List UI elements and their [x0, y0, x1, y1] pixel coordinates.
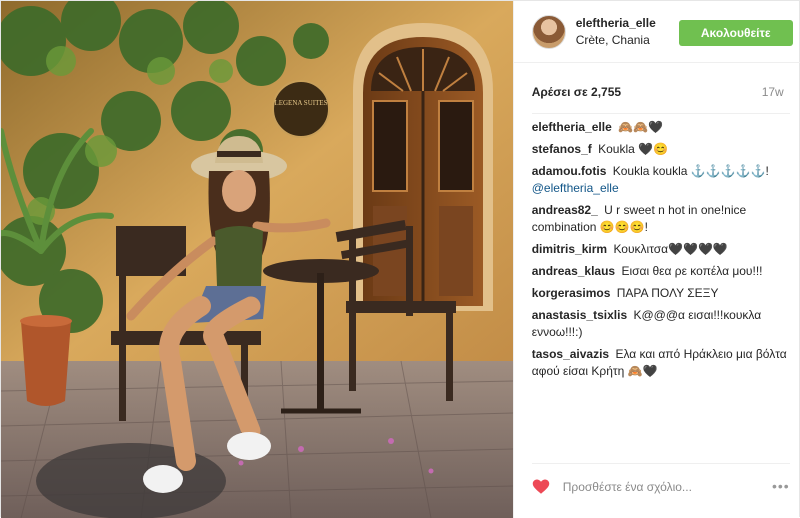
comment-item: andreas82_ U r sweet n hot in one!nice c… — [532, 202, 790, 236]
comment-username[interactable]: andreas_klaus — [532, 264, 615, 278]
post-time[interactable]: 17w — [762, 85, 784, 99]
comment-username[interactable]: andreas82_ — [532, 203, 598, 217]
post-photo[interactable]: LEGENA SUITES — [1, 1, 513, 518]
comment-item: anastasis_tsixlis Κ@@@α εισαι!!!κουκλα ε… — [532, 307, 790, 341]
comment-item: adamou.fotis Koukla koukla ⚓⚓⚓⚓⚓! @eleft… — [532, 163, 790, 197]
instagram-post: LEGENA SUITES eleftheria_elle Crète, Cha… — [0, 0, 800, 518]
comment-text: Εισαι θεα ρε κοπέλα μου!!! — [621, 264, 763, 278]
avatar[interactable] — [531, 14, 566, 49]
comment-text: 🙈🙈🖤 — [618, 120, 663, 134]
comment-text: Koukla 🖤😊 — [598, 142, 669, 156]
comment-username[interactable]: tasos_aivazis — [532, 347, 609, 361]
post-header: eleftheria_elle Crète, Chania Ακολουθείτ… — [513, 1, 800, 63]
comment-text: Κουκλιτσα🖤🖤🖤🖤 — [613, 242, 728, 256]
post-stats: Αρέσει σε 2,755 17w — [532, 85, 784, 101]
comment-username[interactable]: anastasis_tsixlis — [532, 308, 627, 322]
comment-item: andreas_klaus Εισαι θεα ρε κοπέλα μου!!! — [532, 263, 790, 280]
comment-item: stefanos_f Koukla 🖤😊 — [532, 141, 790, 158]
comment-username[interactable]: adamou.fotis — [532, 164, 607, 178]
courtyard-photo-illustration: LEGENA SUITES — [1, 1, 513, 518]
comment-username[interactable]: dimitris_kirm — [532, 242, 607, 256]
post-side-panel: eleftheria_elle Crète, Chania Ακολουθείτ… — [512, 1, 800, 518]
likes-count[interactable]: Αρέσει σε 2,755 — [532, 85, 621, 99]
comment-text: Koukla koukla ⚓⚓⚓⚓⚓! — [612, 164, 769, 178]
comment-item: tasos_aivazis Ελα και από Ηράκλειο μια β… — [532, 346, 790, 380]
comment-username[interactable]: eleftheria_elle — [532, 120, 612, 134]
comment-text: ΠΑΡΑ ΠΟΛΥ ΣΕΞΥ — [616, 286, 719, 300]
more-options-icon[interactable]: ••• — [772, 478, 790, 494]
comments-list[interactable]: eleftheria_elle 🙈🙈🖤 stefanos_f Koukla 🖤😊… — [531, 113, 790, 449]
comment-username[interactable]: stefanos_f — [532, 142, 592, 156]
comment-username[interactable]: korgerasimos — [532, 286, 611, 300]
heart-like-icon[interactable] — [532, 478, 550, 496]
sign-text-top: LEGENA SUITES — [274, 99, 327, 107]
comment-input[interactable] — [562, 479, 758, 494]
comment-item: korgerasimos ΠΑΡΑ ΠΟΛΥ ΣΕΞΥ — [532, 285, 790, 302]
comment-item: dimitris_kirm Κουκλιτσα🖤🖤🖤🖤 — [532, 241, 790, 258]
comment-mention-link[interactable]: @eleftheria_elle — [532, 180, 790, 197]
comment-item: eleftheria_elle 🙈🙈🖤 — [532, 119, 790, 136]
follow-button[interactable]: Ακολουθείτε — [678, 20, 793, 46]
comment-bar: ••• — [531, 463, 790, 509]
